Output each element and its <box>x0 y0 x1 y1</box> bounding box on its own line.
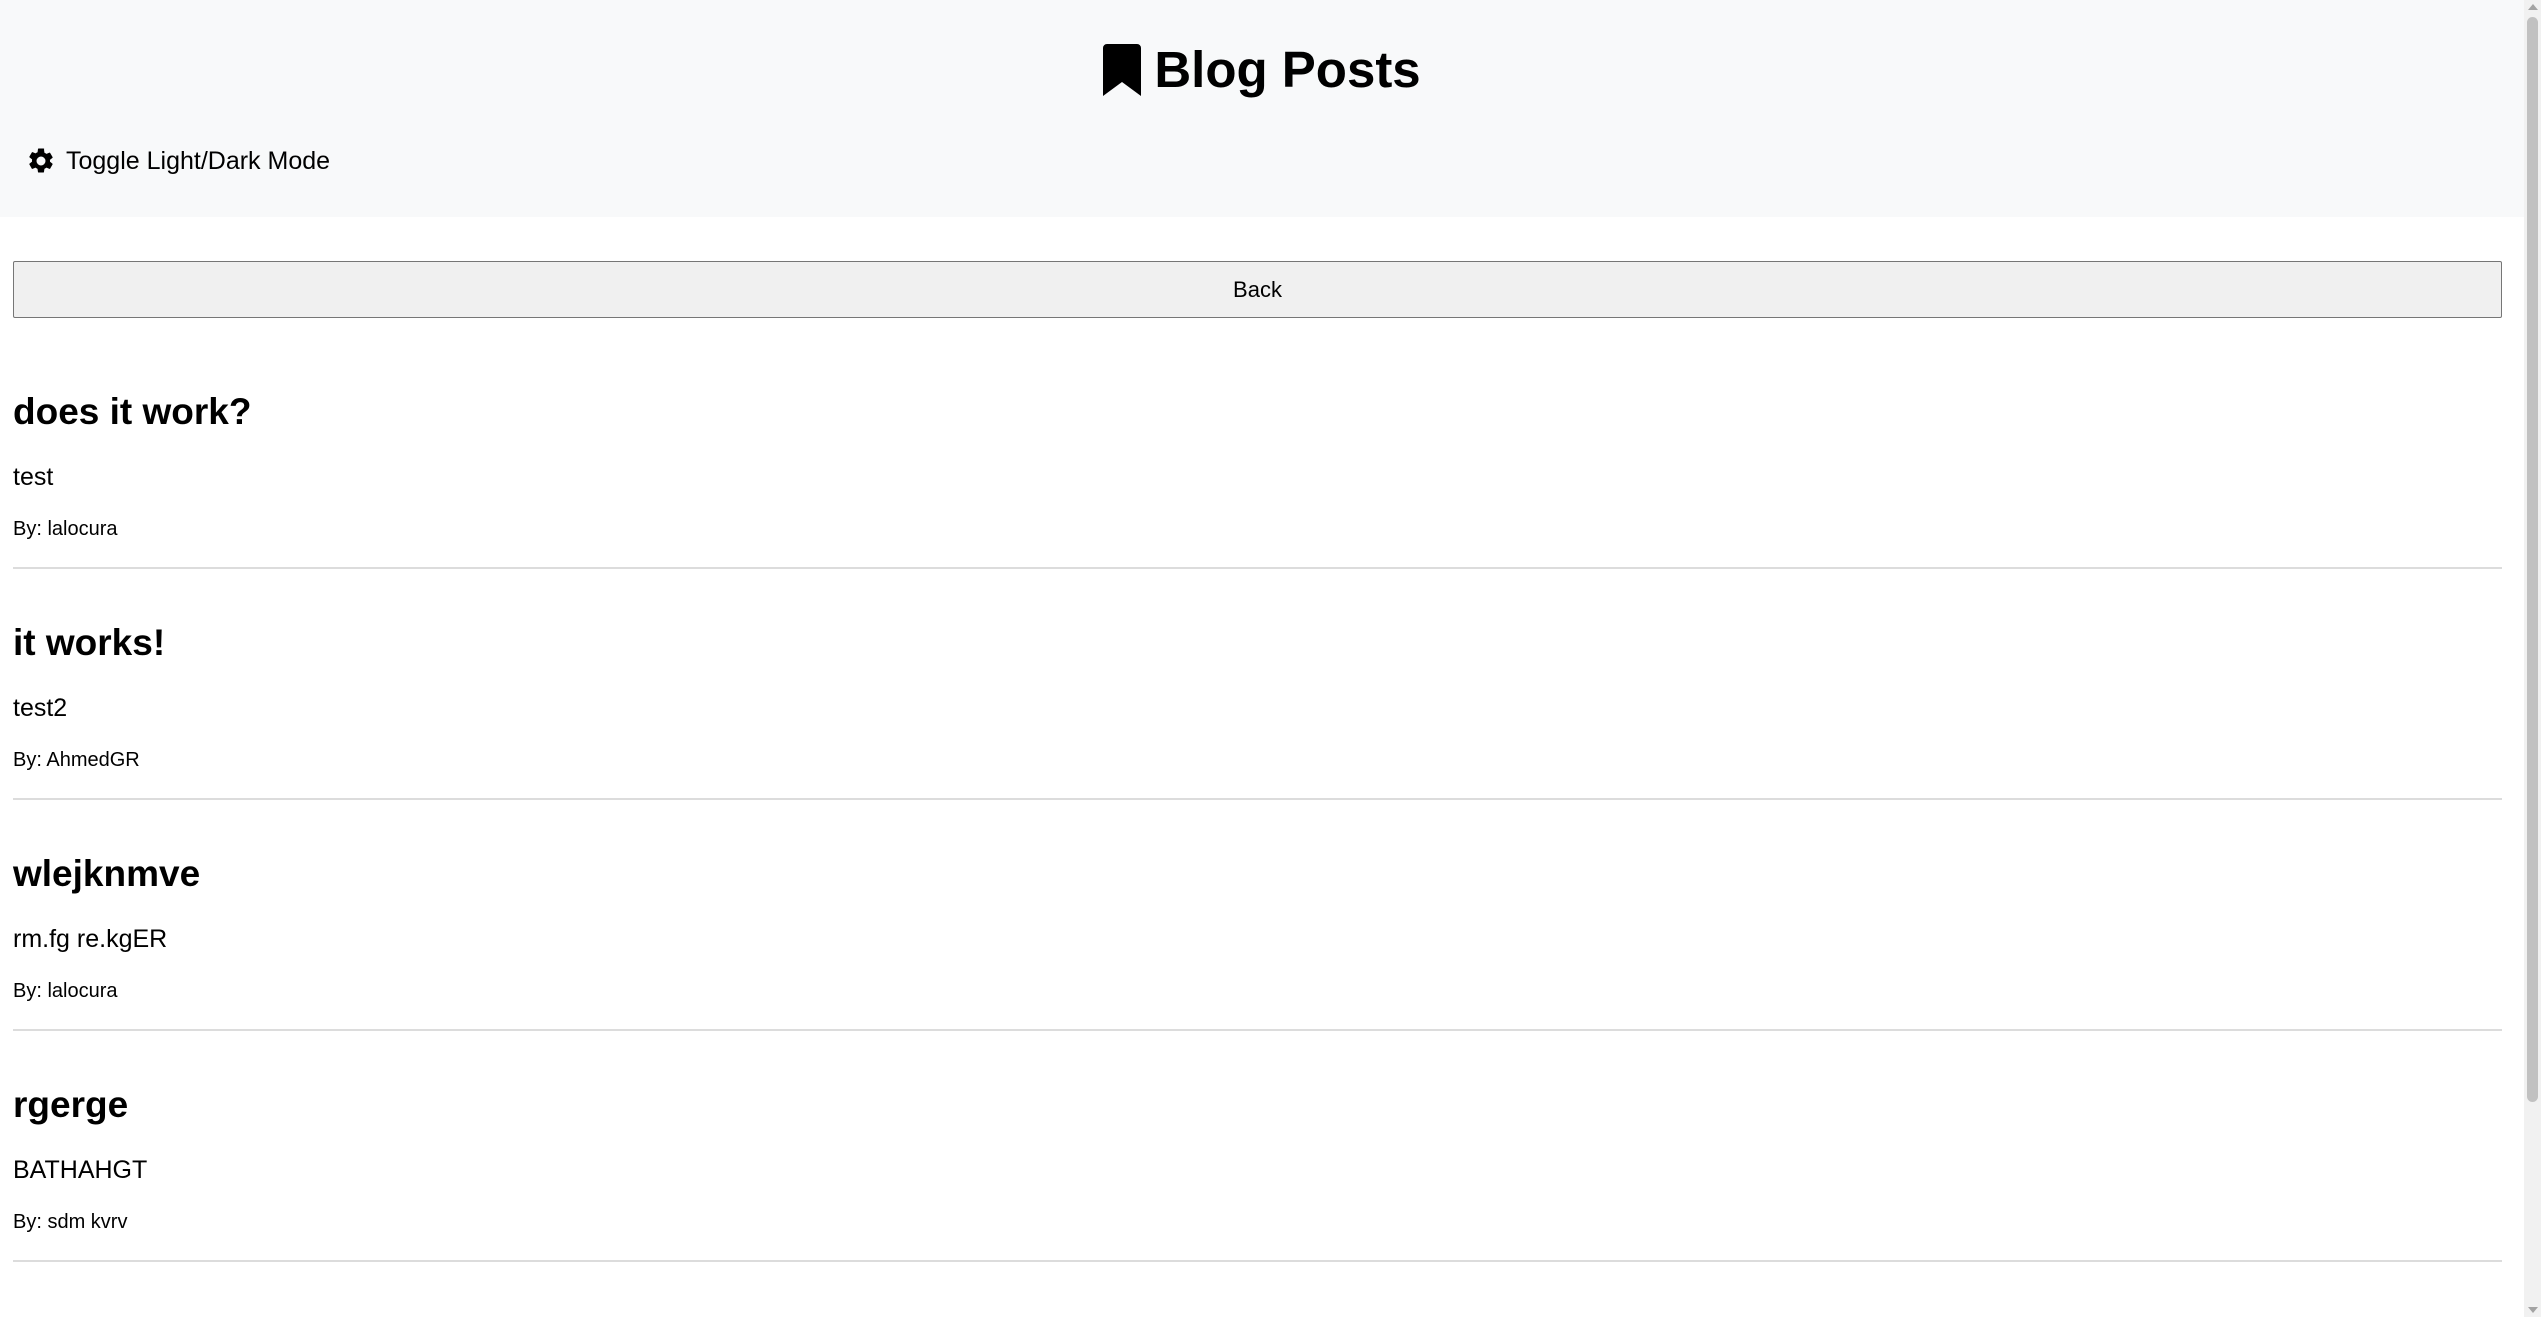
theme-toggle-button[interactable]: Toggle Light/Dark Mode <box>26 143 330 179</box>
post-body: test2 <box>13 694 68 722</box>
page-title-text: Blog Posts <box>1154 41 1421 98</box>
post-item: rgerge BATHAHGT By: sdm kvrv <box>13 1066 2502 1297</box>
page-title: Blog Posts <box>0 38 2524 102</box>
post-divider <box>13 567 2502 569</box>
post-divider <box>13 1029 2502 1031</box>
post-title: rgerge <box>13 1084 129 1125</box>
post-author: By: AhmedGR <box>13 749 140 771</box>
post-divider <box>13 798 2502 800</box>
post-body: rm.fg re.kgER <box>13 925 168 953</box>
post-body: test <box>13 463 54 491</box>
vertical-scrollbar[interactable] <box>2524 0 2541 1317</box>
post-author: By: lalocura <box>13 518 118 540</box>
post-author: By: sdm kvrv <box>13 1211 128 1233</box>
post-item: wlejknmve rm.fg re.kgER By: lalocura <box>13 835 2502 1066</box>
post-item: it works! test2 By: AhmedGR <box>13 604 2502 835</box>
post-item: does it work? test By: lalocura <box>13 373 2502 604</box>
site-header: Blog Posts Toggle Light/Dark Mode <box>0 0 2524 217</box>
back-button[interactable]: Back <box>13 261 2502 318</box>
scrollbar-thumb[interactable] <box>2527 17 2538 1102</box>
post-title: it works! <box>13 622 166 663</box>
scroll-up-arrow-icon[interactable] <box>2528 4 2538 10</box>
post-list: does it work? test By: lalocura it works… <box>13 373 2502 1297</box>
post-body: BATHAHGT <box>13 1156 148 1184</box>
post-title: does it work? <box>13 391 252 432</box>
bookmark-icon <box>1103 44 1142 96</box>
scroll-down-arrow-icon[interactable] <box>2528 1307 2538 1313</box>
post-author: By: lalocura <box>13 980 118 1002</box>
theme-toggle-label: Toggle Light/Dark Mode <box>66 146 331 175</box>
page: Blog Posts Toggle Light/Dark Mode Back d… <box>0 0 2541 1317</box>
gear-icon <box>29 148 53 173</box>
post-title: wlejknmve <box>13 853 201 894</box>
post-divider <box>13 1260 2502 1262</box>
